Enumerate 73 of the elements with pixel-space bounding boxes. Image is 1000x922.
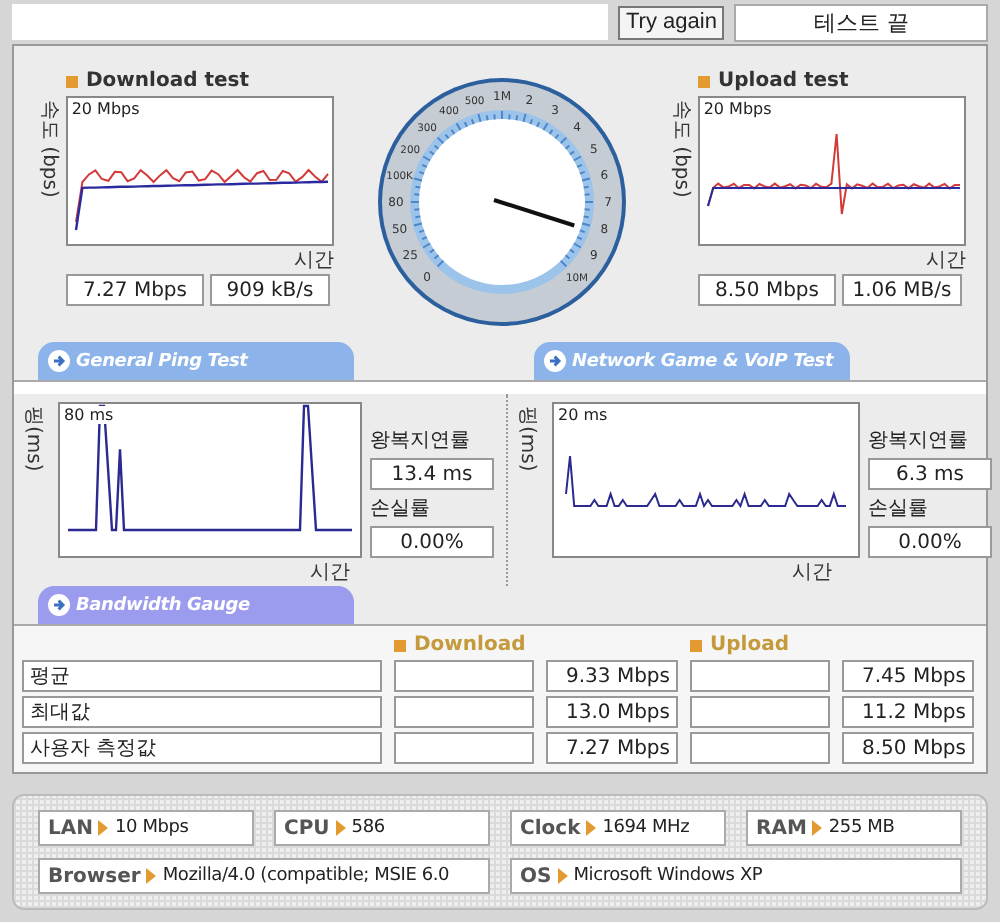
loss-value: 0.00% xyxy=(370,526,494,558)
column-header: Upload xyxy=(710,634,789,656)
caret-icon xyxy=(146,868,157,884)
byte-rate-value: 1.06 MB/s xyxy=(842,274,962,306)
loss-label: 손실률 xyxy=(868,496,930,522)
scale-label: 20 Mbps xyxy=(703,100,772,118)
empty-cell xyxy=(690,732,830,764)
section-tab[interactable]: General Ping Test xyxy=(38,342,354,380)
empty-cell xyxy=(394,696,534,728)
section-title: Download test xyxy=(86,70,250,92)
byte-rate-value: 909 kB/s xyxy=(210,274,330,306)
bullet-icon xyxy=(394,639,406,651)
latency-value: 13.4 ms xyxy=(370,458,494,490)
latency-value: 6.3 ms xyxy=(868,458,992,490)
column-header: Download xyxy=(414,634,526,656)
info-value: 255 MB xyxy=(828,818,895,838)
axis-label: 속도 (bps) xyxy=(36,100,62,198)
status-field: 테스트 끝 xyxy=(734,3,988,41)
latency-label: 왕복지연률 xyxy=(868,428,970,454)
loss-label: 손실률 xyxy=(370,496,432,522)
arrow-icon xyxy=(48,594,70,616)
axis-label: 핑(ms) xyxy=(20,406,46,472)
section-title: Upload test xyxy=(718,70,849,92)
scale-label: 20 ms xyxy=(558,406,608,424)
caret-icon xyxy=(335,820,346,836)
bullet-icon xyxy=(698,75,710,87)
download-value: 7.27 Mbps xyxy=(546,732,678,764)
latency-label: 왕복지연률 xyxy=(370,428,472,454)
info-value: 1694 MHz xyxy=(602,818,690,838)
info-value: 586 xyxy=(351,818,385,838)
info-value: 10 Mbps xyxy=(114,818,189,838)
info-value: Mozilla/4.0 (compatible; MSIE 6.0 xyxy=(162,866,450,886)
row-label: 평균 xyxy=(22,660,382,692)
info-label: LAN xyxy=(48,817,93,839)
axis-label: 시간 xyxy=(310,560,350,586)
rate-value: 8.50 Mbps xyxy=(698,274,836,306)
download-value: 9.33 Mbps xyxy=(546,660,678,692)
row-label: 사용자 측정값 xyxy=(22,732,382,764)
upload-value: 7.45 Mbps xyxy=(842,660,974,692)
arrow-icon xyxy=(544,350,566,372)
info-value: Microsoft Windows XP xyxy=(573,866,763,886)
caret-icon xyxy=(586,820,597,836)
caret-icon xyxy=(812,820,823,836)
bullet-icon xyxy=(690,639,702,651)
empty-cell xyxy=(690,660,830,692)
axis-label: 시간 xyxy=(294,248,334,274)
axis-label: 시간 xyxy=(792,560,832,586)
arrow-icon xyxy=(48,350,70,372)
axis-label: 시간 xyxy=(926,248,966,274)
info-label: OS xyxy=(520,865,552,887)
axis-label: 핑(ms) xyxy=(514,406,540,472)
section-tab[interactable]: Bandwidth Gauge xyxy=(38,586,354,624)
scale-label: 80 ms xyxy=(64,406,114,424)
info-label: Clock xyxy=(520,817,581,839)
info-label: CPU xyxy=(284,817,330,839)
upload-value: 11.2 Mbps xyxy=(842,696,974,728)
loss-value: 0.00% xyxy=(868,526,992,558)
rate-value: 7.27 Mbps xyxy=(66,274,204,306)
row-label: 최대값 xyxy=(22,696,382,728)
axis-label: 속도 (bps) xyxy=(668,100,694,198)
info-label: RAM xyxy=(756,817,807,839)
upload-value: 8.50 Mbps xyxy=(842,732,974,764)
empty-cell xyxy=(690,696,830,728)
scale-label: 20 Mbps xyxy=(71,100,140,118)
empty-cell xyxy=(394,660,534,692)
bullet-icon xyxy=(66,75,78,87)
caret-icon xyxy=(98,820,109,836)
info-label: Browser xyxy=(48,865,141,887)
section-tab[interactable]: Network Game & VoIP Test xyxy=(534,342,850,380)
try-again-button[interactable]: Try again xyxy=(618,5,725,39)
download-value: 13.0 Mbps xyxy=(546,696,678,728)
empty-cell xyxy=(394,732,534,764)
caret-icon xyxy=(557,868,568,884)
